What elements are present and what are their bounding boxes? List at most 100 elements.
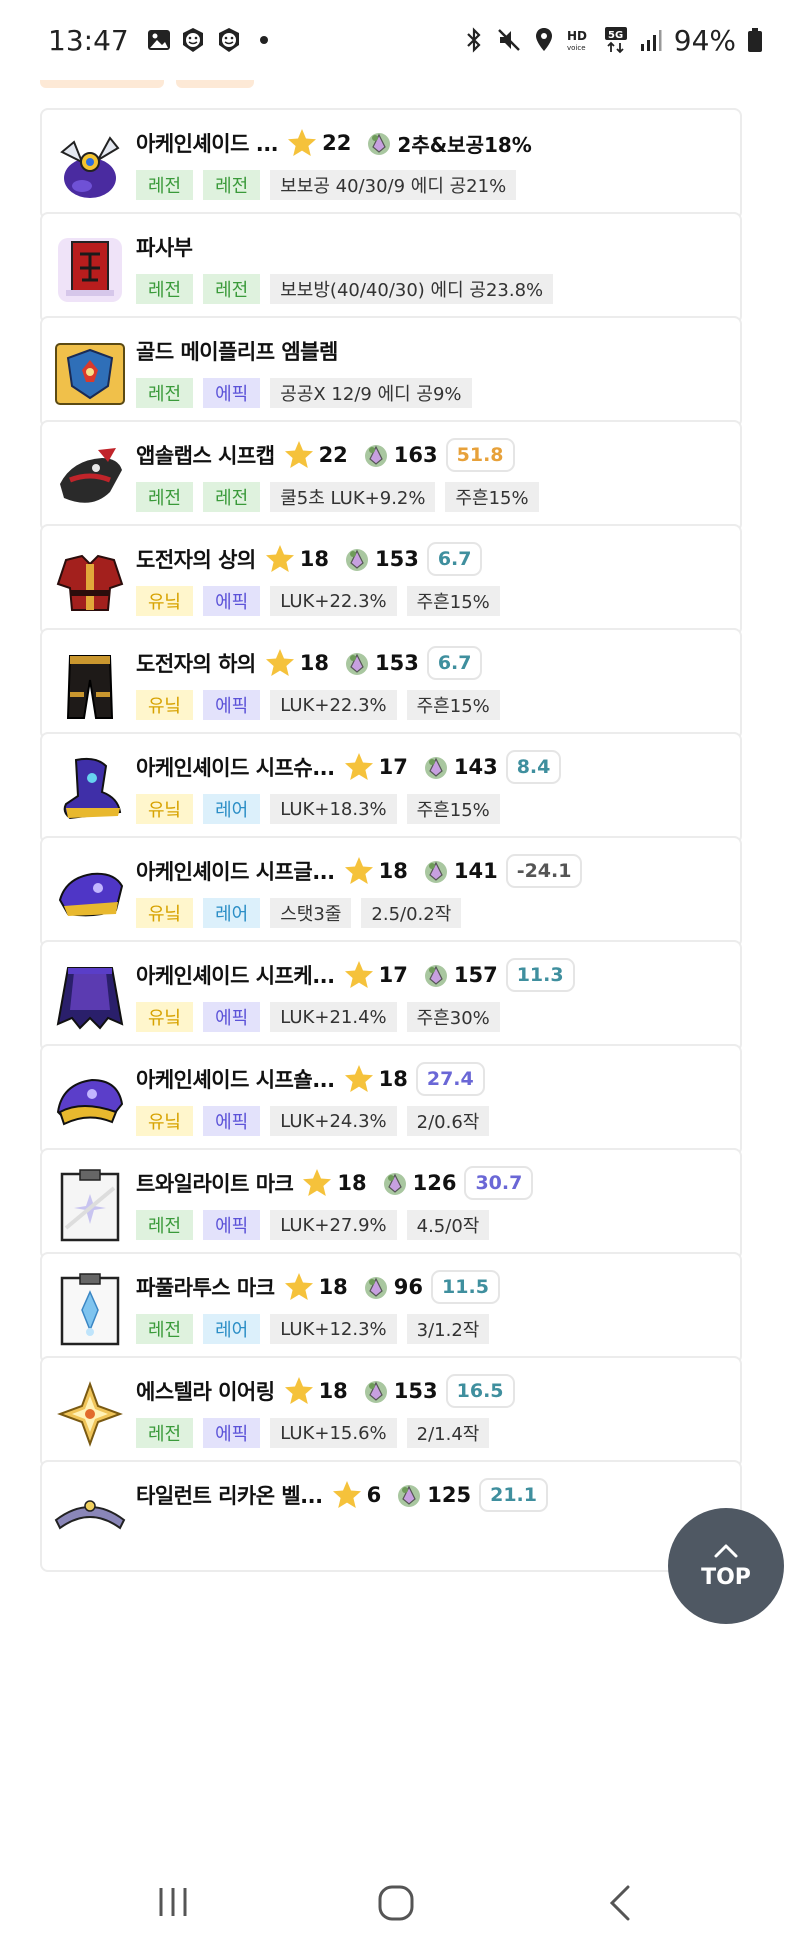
item-name: 아케인셰이드 시프슈...: [136, 756, 335, 780]
star-force-value: 18: [378, 859, 408, 883]
star-icon: [343, 751, 375, 783]
potential-grade-tag: 유닠: [136, 690, 194, 720]
score-badge: 21.1: [479, 1478, 548, 1512]
equipment-card[interactable]: 아케인셰이드 시프케... 17 157 11.3 유닠 에픽 LUK+21.4…: [40, 940, 742, 1052]
option-tag: 스탯3줄: [270, 898, 352, 928]
estella-earring-icon: [52, 1376, 128, 1452]
option-tag: LUK+22.3%: [270, 586, 397, 616]
potential-gem-icon: [343, 545, 371, 573]
equipment-card[interactable]: 트와일라이트 마크 18 126 30.7 레전 에픽 LUK+27.9% 4.…: [40, 1148, 742, 1260]
score-badge: 16.5: [445, 1374, 515, 1408]
mute-icon: [496, 27, 522, 53]
option-tag: 쿨5초 LUK+9.2%: [270, 482, 436, 512]
item-name: 아케인셰이드 시프케...: [136, 964, 335, 988]
equipment-card[interactable]: 도전자의 하의 18 153 6.7 유닠 에픽 LUK+22.3% 주흔15%: [40, 628, 742, 740]
equipment-card[interactable]: 타일런트 리카온 벨... 6 125 21.1: [40, 1460, 742, 1572]
additional-grade-tag: 레어: [203, 898, 261, 928]
item-name: 파사부: [136, 236, 193, 260]
option-tag: LUK+27.9%: [270, 1210, 397, 1240]
score-badge: 51.8: [445, 438, 515, 472]
signal-icon: [640, 28, 662, 52]
item-name: 도전자의 하의: [136, 652, 256, 676]
scroll-to-top-button[interactable]: TOP: [668, 1508, 784, 1624]
option-tag: LUK+15.6%: [270, 1418, 397, 1448]
additional-grade-tag: 에픽: [203, 1418, 261, 1448]
option-tag: 공공X 12/9 에디 공9%: [270, 378, 472, 408]
additional-grade-tag: 에픽: [203, 586, 261, 616]
gem-value: 96: [393, 1275, 424, 1299]
system-nav-bar: [0, 1854, 800, 1956]
option-tag: LUK+12.3%: [270, 1314, 397, 1344]
potential-grade-tag: 유닠: [136, 1106, 194, 1136]
star-icon: [283, 1271, 315, 1303]
star-icon: [286, 127, 318, 159]
score-badge: 27.4: [415, 1062, 485, 1096]
potential-gem-icon: [365, 129, 393, 157]
back-icon[interactable]: [606, 1884, 634, 1926]
star-force-value: 18: [299, 651, 329, 675]
arcane-gloves-icon: [52, 856, 128, 932]
talisman-icon: [52, 232, 128, 308]
additional-grade-tag: 레전: [203, 482, 261, 512]
item-name: 아케인셰이드 ...: [136, 132, 279, 156]
star-force-value: 6: [366, 1483, 382, 1507]
item-name: 앱솔랩스 시프캡: [136, 444, 275, 468]
status-bar: 13:47 HD voice 5G 94%: [0, 0, 800, 80]
option-tag: 주흔15%: [406, 690, 500, 720]
star-icon: [343, 1063, 375, 1095]
recent-apps-icon[interactable]: [155, 1884, 191, 1924]
option-tag: 주흔30%: [406, 1002, 500, 1032]
svg-text:5G: 5G: [608, 30, 623, 41]
option-tag: 주흔15%: [406, 586, 500, 616]
svg-text:voice: voice: [567, 44, 586, 52]
score-badge: 11.3: [505, 958, 575, 992]
equipment-card[interactable]: 파풀라투스 마크 18 96 11.5 레전 레어 LUK+12.3% 3/1.…: [40, 1252, 742, 1364]
item-name: 아케인셰이드 시프글...: [136, 860, 335, 884]
star-icon: [283, 439, 315, 471]
score-badge: 30.7: [464, 1166, 534, 1200]
potential-gem-icon: [362, 1377, 390, 1405]
additional-grade-tag: 에픽: [203, 690, 261, 720]
equipment-card[interactable]: 아케인셰이드 시프슈... 17 143 8.4 유닠 레어 LUK+18.3%…: [40, 732, 742, 844]
item-name: 도전자의 상의: [136, 548, 256, 572]
additional-grade-tag: 에픽: [203, 1106, 261, 1136]
equipment-card[interactable]: 파사부 레전 레전 보보방(40/40/30) 에디 공23.8%: [40, 212, 742, 324]
additional-grade-tag: 레전: [203, 274, 261, 304]
item-name: 아케인셰이드 시프숄...: [136, 1068, 335, 1092]
home-icon[interactable]: [377, 1884, 415, 1926]
gem-value: 143: [453, 755, 498, 779]
gem-value: 126: [412, 1171, 457, 1195]
option-tag: 주흔15%: [406, 794, 500, 824]
additional-grade-tag: 레어: [203, 1314, 261, 1344]
gem-value: 163: [393, 443, 438, 467]
challenger-bottom-icon: [52, 648, 128, 724]
potential-grade-tag: 유닠: [136, 586, 194, 616]
face-badge-icon: [179, 26, 207, 54]
star-icon: [343, 959, 375, 991]
score-badge: 11.5: [431, 1270, 500, 1304]
star-force-value: 18: [299, 547, 329, 571]
absolab-cap-icon: [52, 440, 128, 516]
equipment-card[interactable]: 아케인셰이드 ... 22 2추&보공18% 레전 레전 보보공 40/30/9…: [40, 108, 742, 220]
arcane-cape-icon: [52, 960, 128, 1036]
star-force-value: 18: [378, 1067, 408, 1091]
equipment-card[interactable]: 에스텔라 이어링 18 153 16.5 레전 에픽 LUK+15.6% 2/1…: [40, 1356, 742, 1468]
dot-icon: [259, 35, 269, 45]
potential-grade-tag: 유닠: [136, 898, 194, 928]
option-tag: LUK+21.4%: [270, 1002, 397, 1032]
equipment-card[interactable]: 앱솔랩스 시프캡 22 163 51.8 레전 레전 쿨5초 LUK+9.2% …: [40, 420, 742, 532]
additional-info: 2추&보공18%: [397, 132, 532, 157]
star-icon: [331, 1479, 363, 1511]
gem-value: 153: [393, 1379, 438, 1403]
item-name: 에스텔라 이어링: [136, 1380, 275, 1404]
hd-voice-icon: HD voice: [566, 27, 592, 53]
potential-grade-tag: 레전: [136, 482, 194, 512]
star-force-value: 22: [322, 131, 352, 155]
potential-gem-icon: [395, 1481, 423, 1509]
option-tag: 4.5/0작: [406, 1210, 490, 1240]
equipment-card[interactable]: 도전자의 상의 18 153 6.7 유닠 에픽 LUK+22.3% 주흔15%: [40, 524, 742, 636]
equipment-card[interactable]: 아케인셰이드 시프숄... 18 27.4 유닠 에픽 LUK+24.3% 2/…: [40, 1044, 742, 1156]
equipment-card[interactable]: 아케인셰이드 시프글... 18 141 -24.1 유닠 레어 스탯3줄 2.…: [40, 836, 742, 948]
gem-value: 141: [453, 859, 498, 883]
equipment-card[interactable]: 골드 메이플리프 엠블렘 레전 에픽 공공X 12/9 에디 공9%: [40, 316, 742, 428]
